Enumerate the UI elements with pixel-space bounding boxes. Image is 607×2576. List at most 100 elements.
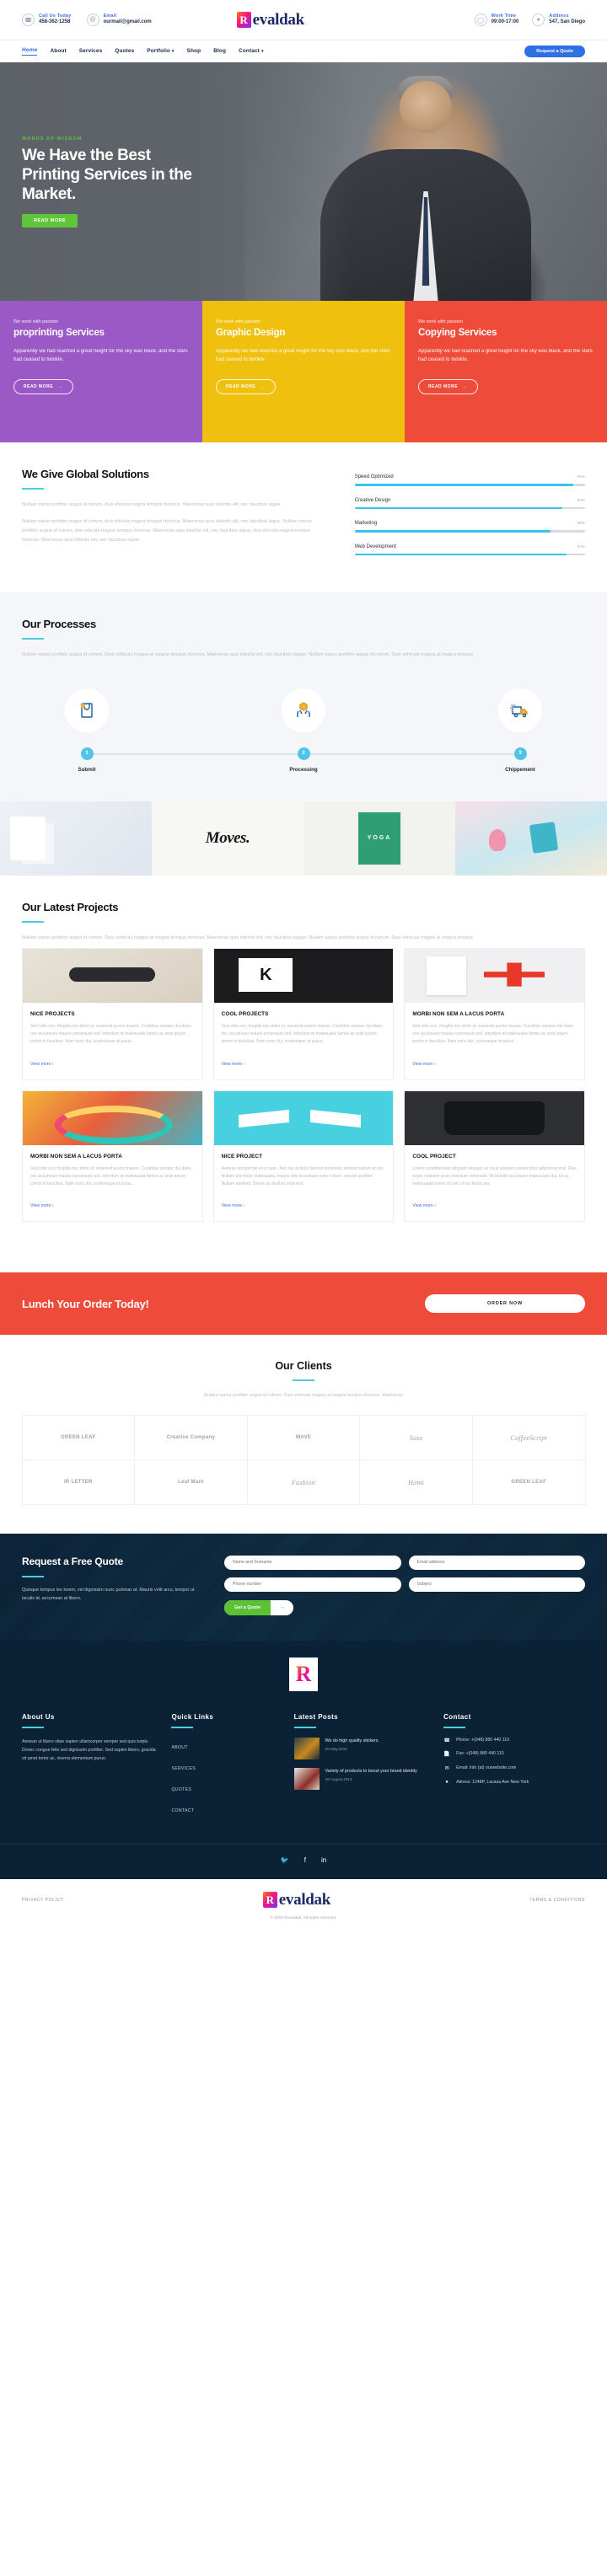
- footer-link-label[interactable]: ABOUT: [171, 1745, 187, 1750]
- client-logo[interactable]: IR LETTER: [21, 1459, 136, 1506]
- nav-label-home: Home: [22, 46, 38, 53]
- quote-name-input[interactable]: [224, 1555, 401, 1570]
- topbar-address[interactable]: ● Address 547, San Diego: [532, 13, 585, 26]
- nav-label-portfolio: Portfolio: [147, 48, 170, 54]
- topbar-call-us[interactable]: ☎ Call Us Today 458-362-1258: [22, 13, 72, 26]
- skill-marketing: Marketing 85%: [354, 521, 585, 533]
- client-logo[interactable]: GREEN LEAF: [21, 1415, 136, 1461]
- footer-link-label[interactable]: SERVICES: [171, 1766, 196, 1771]
- project-view-more-link[interactable]: View more ›: [222, 1062, 245, 1067]
- footer-post-item[interactable]: We do high quality stickers 09 May,2016: [293, 1737, 430, 1759]
- title-underline: [22, 920, 44, 923]
- client-logo[interactable]: Fashion: [246, 1459, 361, 1506]
- nav-label-services: Services: [78, 48, 103, 54]
- project-image: [405, 1090, 584, 1145]
- solutions-text-column: We Give Global Solutions Nullam varius p…: [22, 468, 326, 567]
- project-card[interactable]: COOL PROJECTS Sed odio orci, fringilla n…: [212, 947, 395, 1080]
- process-step-chippement[interactable]: 3 Chippement: [474, 688, 567, 773]
- process-step-processing[interactable]: 2 Processing: [257, 688, 350, 773]
- project-view-more-link[interactable]: View more ›: [30, 1062, 54, 1067]
- order-cta-banner: Lunch Your Order Today! ORDER NOW: [0, 1272, 607, 1336]
- project-card[interactable]: COOL PROJECT Lorem condimentum aliquam e…: [404, 1090, 585, 1223]
- project-view-more-link[interactable]: View more ›: [412, 1062, 436, 1067]
- tile-read-more-button[interactable]: READ MORE →: [418, 378, 478, 394]
- footer-contact-email[interactable]: ✉ Email: info (at) ourwebsite.com: [443, 1765, 585, 1772]
- client-logo[interactable]: GREEN LEAF: [471, 1459, 586, 1506]
- quote-subject-input[interactable]: [408, 1577, 585, 1592]
- tile-kicker: We work with passion: [13, 319, 59, 324]
- gallery-tile-moves[interactable]: Moves.: [152, 801, 304, 876]
- footer-link-about[interactable]: ABOUT: [171, 1738, 280, 1753]
- skill-creative-design: Creative Design 90%: [354, 498, 585, 509]
- topbar-email[interactable]: @ Email ourmail@gmail.com: [86, 13, 152, 26]
- linkedin-icon[interactable]: in: [321, 1856, 326, 1864]
- fax-icon: 📄: [443, 1752, 450, 1758]
- step-number: 3: [513, 747, 527, 760]
- nav-item-home[interactable]: Home: [22, 46, 38, 56]
- footer-contact-phone[interactable]: ☎ Phone: +(048) 880 440 110: [443, 1738, 585, 1744]
- main-navigation: Home About Services Quotes Portfolio ▾ Sh…: [0, 40, 607, 62]
- quote-email-input[interactable]: [408, 1555, 585, 1570]
- nav-item-blog[interactable]: Blog: [213, 48, 226, 54]
- footer-link-label[interactable]: CONTACT: [171, 1808, 194, 1813]
- footer-post-item[interactable]: Variety of products to boost your brand …: [293, 1767, 430, 1790]
- client-logo[interactable]: Creative Company: [134, 1415, 248, 1461]
- gallery-tile-mockup-screens[interactable]: [0, 801, 152, 876]
- get-a-quote-button[interactable]: Get a Quote →: [224, 1599, 294, 1615]
- project-card[interactable]: MORBI NON SEM A LACUS PORTA Sed odio orc…: [404, 947, 585, 1080]
- nav-item-shop[interactable]: Shop: [187, 48, 201, 54]
- project-image: [23, 948, 202, 1003]
- service-tile-proprinting[interactable]: We work with passion proprinting Service…: [0, 301, 202, 442]
- tile-read-more-button[interactable]: READ MORE →: [216, 378, 276, 394]
- footer-brand[interactable]: R evaldak: [262, 1891, 330, 1909]
- site-logo[interactable]: R evaldak: [236, 11, 304, 29]
- hero-content: WORDS OF WISDOM We Have the Best Printin…: [22, 137, 275, 228]
- client-logo[interactable]: Leaf Mark: [134, 1459, 248, 1506]
- quote-copy: Request a Free Quote Quisque tempus leo …: [22, 1556, 206, 1615]
- service-tile-copying[interactable]: We work with passion Copying Services Ap…: [405, 301, 607, 442]
- quote-title: Request a Free Quote: [22, 1555, 124, 1567]
- tile-title: proprinting Services: [13, 328, 105, 338]
- project-text: Aenean sempernisi eros nunc. Nec dui at …: [221, 1165, 384, 1187]
- process-step-submit[interactable]: 1 Submit: [40, 688, 133, 773]
- gallery-tile-pastel-products[interactable]: [455, 801, 607, 876]
- topbar-call-label: Call Us Today: [39, 13, 72, 19]
- hero-read-more-button[interactable]: READ MORE: [22, 214, 78, 228]
- footer-link-quotes[interactable]: QUOTES: [171, 1780, 280, 1795]
- service-tile-graphic-design[interactable]: We work with passion Graphic Design Appa…: [202, 301, 405, 442]
- client-logo[interactable]: Hami: [359, 1459, 473, 1506]
- client-logo[interactable]: Sass: [359, 1415, 473, 1461]
- nav-item-about[interactable]: About: [50, 48, 66, 54]
- topbar-work-time[interactable]: ◯ Work Time 09:00-17:00: [474, 13, 518, 26]
- project-card[interactable]: MORBI NON SEM A LACUS PORTA Sed odio orc…: [22, 1090, 203, 1223]
- footer-link-contact[interactable]: CONTACT: [171, 1801, 280, 1816]
- footer-logo[interactable]: R: [289, 1657, 318, 1691]
- project-view-more-link[interactable]: View more ›: [30, 1203, 54, 1208]
- nav-item-contact[interactable]: Contact ▾: [239, 48, 264, 54]
- project-view-more-link[interactable]: View more ›: [222, 1203, 245, 1208]
- nav-item-quotes[interactable]: Quotes: [115, 48, 134, 54]
- hero-banner: WORDS OF WISDOM We Have the Best Printin…: [0, 62, 607, 301]
- nav-item-portfolio[interactable]: Portfolio ▾: [147, 48, 174, 54]
- tile-read-more-button[interactable]: READ MORE →: [13, 378, 73, 394]
- processes-title: Our Processes: [22, 618, 96, 630]
- request-quote-button[interactable]: Request a Quote: [524, 45, 585, 57]
- client-logo[interactable]: WAVE: [246, 1415, 361, 1461]
- twitter-icon[interactable]: 🐦: [281, 1856, 289, 1864]
- quote-phone-input[interactable]: [224, 1577, 401, 1592]
- gallery-tile-yoga[interactable]: YOGA: [304, 801, 455, 876]
- footer-quicklinks-title: Quick Links: [171, 1712, 214, 1721]
- project-image: [23, 1090, 202, 1145]
- footer-contact-address: ● Adress: 1248P, Lacasa Ave New York: [443, 1780, 585, 1786]
- footer-link-services[interactable]: SERVICES: [171, 1759, 280, 1774]
- nav-item-services[interactable]: Services: [79, 48, 103, 54]
- privacy-policy-link[interactable]: PRIVACY POLICY: [22, 1898, 64, 1903]
- project-card[interactable]: NICE PROJECT Aenean sempernisi eros nunc…: [212, 1090, 395, 1223]
- project-card[interactable]: NICE PROJECTS Sed odio orci, fringilla n…: [22, 947, 203, 1080]
- terms-conditions-link[interactable]: TERMS & CONDITIONS: [529, 1898, 585, 1903]
- client-logo[interactable]: CoffeeScript: [471, 1415, 586, 1461]
- order-now-button[interactable]: ORDER NOW: [425, 1294, 585, 1314]
- project-view-more-link[interactable]: View more ›: [412, 1203, 436, 1208]
- facebook-icon[interactable]: f: [304, 1856, 306, 1864]
- footer-link-label[interactable]: QUOTES: [171, 1787, 191, 1792]
